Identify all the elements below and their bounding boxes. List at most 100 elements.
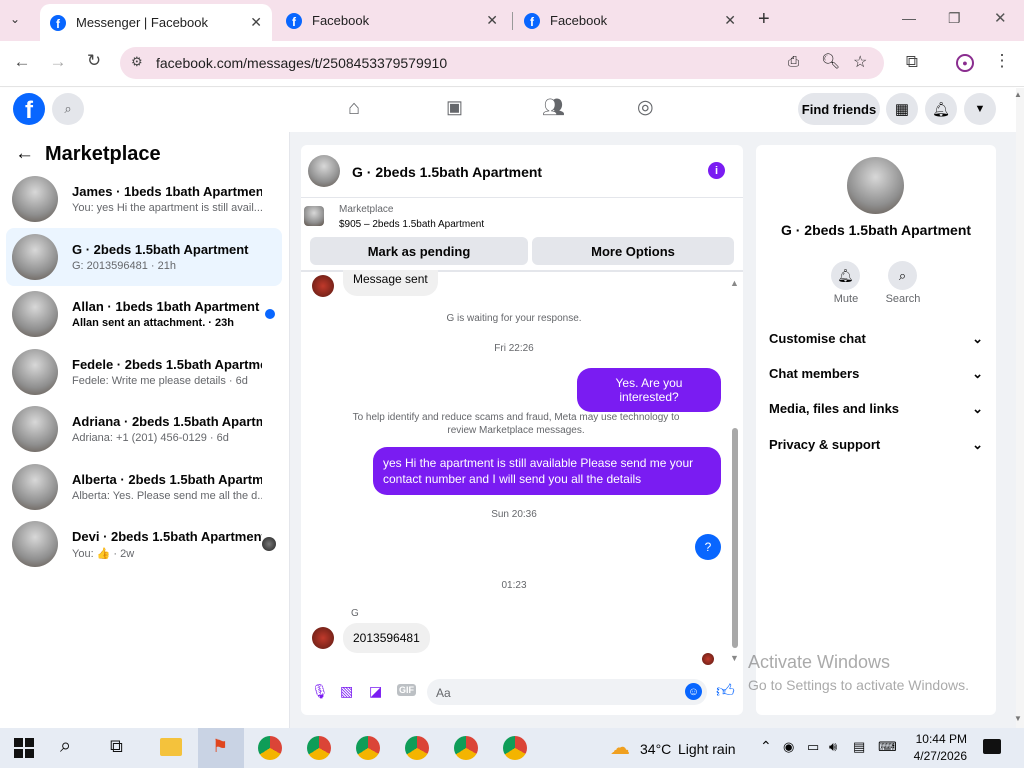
menu-grid-icon[interactable]: ▦ [886, 93, 918, 125]
chrome-icon[interactable] [454, 736, 478, 760]
conversation-item-alberta[interactable]: Alberta · 2beds 1.5bath Apartment Alberta… [6, 458, 282, 516]
chrome-icon[interactable] [405, 736, 429, 760]
mute-bell-icon[interactable]: 🔔︎ [831, 261, 860, 290]
tab-facebook-2[interactable]: f Facebook ✕ [514, 0, 746, 41]
install-app-icon[interactable]: ⎙ [788, 53, 799, 70]
chrome-icon[interactable] [503, 736, 527, 760]
chat-title[interactable]: G · 2beds 1.5bath Apartment [352, 164, 542, 180]
message-bubble-outgoing[interactable]: yes Hi the apartment is still available … [373, 447, 721, 495]
chrome-icon[interactable] [356, 736, 380, 760]
conversation-name: Devi · 2beds 1.5bath Apartment [72, 528, 262, 544]
friends-nav-icon[interactable]: 👥︎ [542, 97, 565, 118]
chat-scrollbar-down[interactable]: ▼ [730, 653, 739, 663]
chat-info-icon[interactable]: i [708, 162, 725, 179]
page-scroll-down[interactable]: ▼ [1014, 714, 1022, 723]
window-close-button[interactable]: ✕ [994, 9, 1007, 27]
sticker-icon[interactable]: ◪ [369, 683, 382, 700]
forward-icon[interactable]: → [46, 52, 70, 72]
keyboard-icon[interactable]: ⌨ [878, 739, 897, 755]
clock-time[interactable]: 10:44 PM [915, 732, 967, 746]
volume-icon[interactable]: 🔊︎ [829, 739, 837, 755]
conversation-item-g[interactable]: G · 2beds 1.5bath Apartment G: 2013596481… [6, 228, 282, 286]
back-arrow-icon[interactable]: ← [15, 143, 34, 165]
notifications-bell-icon[interactable]: 🔔︎ [925, 93, 957, 125]
emoji-icon[interactable]: ☺ [685, 683, 702, 700]
weather-temp[interactable]: 34°C [640, 741, 671, 757]
section-label: Media, files and links [769, 401, 900, 416]
file-explorer-icon[interactable] [160, 738, 182, 756]
chat-header-photo[interactable] [308, 155, 340, 187]
minimize-button[interactable]: — [902, 10, 916, 26]
camera-icon[interactable]: ▭ [807, 739, 819, 755]
photo-icon[interactable]: ▧ [340, 683, 353, 700]
start-button-icon[interactable] [14, 738, 34, 758]
close-tab-icon[interactable]: ✕ [724, 12, 736, 29]
message-bubble-outgoing[interactable]: Yes. Are you interested? [577, 368, 721, 412]
tab-messenger[interactable]: f Messenger | Facebook ✕ [40, 4, 272, 41]
network-icon[interactable]: ▤ [853, 739, 865, 755]
taskbar-search-icon[interactable]: ⌕ [60, 735, 71, 758]
reload-icon[interactable]: ↻ [82, 51, 106, 71]
tab-facebook-1[interactable]: f Facebook ✕ [276, 0, 508, 41]
video-nav-icon[interactable]: ▣ [446, 97, 463, 118]
contact-photo[interactable] [847, 157, 904, 214]
chat-scrollbar-thumb[interactable] [732, 428, 738, 648]
address-bar[interactable]: ⚙ facebook.com/messages/t/25084533795799… [120, 47, 884, 79]
page-scroll-up[interactable]: ▲ [1014, 90, 1022, 99]
conversation-item-fedele[interactable]: Fedele · 2beds 1.5bath Apartment Fedele: … [6, 343, 282, 401]
close-tab-icon[interactable]: ✕ [250, 14, 262, 31]
facebook-logo[interactable]: f [13, 93, 45, 125]
conversation-preview: You: yes Hi the apartment is still avail… [72, 202, 262, 214]
message-bubble-outgoing[interactable]: ? [695, 534, 721, 560]
conversation-item-allan[interactable]: Allan · 1beds 1bath Apartment Allan sent … [6, 285, 282, 343]
close-tab-icon[interactable]: ✕ [486, 12, 498, 29]
privacy-support-section[interactable]: Privacy & support ⌄ [769, 437, 983, 453]
listing-detail[interactable]: $905 – 2beds 1.5bath Apartment [339, 219, 484, 230]
media-files-links-section[interactable]: Media, files and links ⌄ [769, 401, 983, 417]
extensions-icon[interactable]: ⧉ [900, 52, 924, 72]
sender-avatar[interactable] [312, 275, 334, 297]
conversation-item-james[interactable]: James · 1beds 1bath Apartment You: yes Hi… [6, 170, 282, 228]
record-icon[interactable]: ◉ [783, 739, 794, 755]
facebook-search-icon[interactable]: ⌕ [52, 93, 84, 125]
notification-center-icon[interactable] [983, 739, 1001, 754]
chrome-icon[interactable] [307, 736, 331, 760]
search-icon[interactable]: ⌕ [888, 261, 917, 290]
microphone-icon[interactable]: 🎙︎ [311, 683, 329, 700]
chat-scrollbar-up[interactable]: ▲ [730, 278, 739, 288]
profile-avatar-icon[interactable]: ● [956, 54, 974, 72]
home-nav-icon[interactable]: ⌂ [348, 97, 360, 120]
conversation-item-devi[interactable]: Devi · 2beds 1.5bath Apartment You: 👍 · 2… [6, 515, 282, 573]
mark-pending-button[interactable]: Mark as pending [310, 237, 528, 265]
customise-chat-section[interactable]: Customise chat ⌄ [769, 331, 983, 347]
message-input[interactable]: Aa [427, 679, 707, 705]
site-info-icon[interactable]: ⚙ [131, 54, 143, 70]
tab-search-button[interactable]: ⌄ [10, 12, 20, 26]
message-bubble-incoming[interactable]: 2013596481 [343, 623, 430, 653]
page-scrollbar[interactable] [1016, 88, 1024, 728]
gif-icon[interactable]: GIF [397, 684, 416, 696]
like-thumb-icon[interactable]: 👍︎ [716, 680, 735, 702]
bookmark-star-icon[interactable]: ☆ [853, 52, 867, 72]
groups-nav-icon[interactable]: ◎ [637, 96, 654, 119]
timestamp: Fri 22:26 [494, 343, 534, 354]
clock-date[interactable]: 4/27/2026 [905, 749, 967, 763]
more-options-button[interactable]: More Options [532, 237, 734, 265]
zoom-icon[interactable]: 🔍︎ [821, 52, 840, 70]
conversation-item-adriana[interactable]: Adriana · 2beds 1.5bath Apartment Adriana… [6, 400, 282, 458]
account-dropdown-icon[interactable]: ▼ [964, 93, 996, 125]
find-friends-button[interactable]: Find friends [798, 93, 880, 125]
restore-button[interactable]: ❐ [948, 10, 961, 27]
weather-desc[interactable]: Light rain [678, 741, 736, 757]
new-tab-button[interactable]: + [758, 8, 770, 31]
back-icon[interactable]: ← [10, 52, 34, 72]
chrome-icon[interactable] [258, 736, 282, 760]
sender-avatar[interactable] [312, 627, 334, 649]
message-bubble-incoming[interactable]: Message sent [343, 270, 438, 296]
task-view-icon[interactable]: ⧉ [110, 736, 123, 757]
chat-members-section[interactable]: Chat members ⌄ [769, 366, 983, 382]
show-hidden-icons[interactable]: ⌃ [760, 738, 772, 755]
browser-menu-icon[interactable]: ⋮ [990, 51, 1014, 71]
listing-source: Marketplace [339, 204, 394, 215]
weather-icon[interactable]: ☁ [610, 735, 630, 760]
